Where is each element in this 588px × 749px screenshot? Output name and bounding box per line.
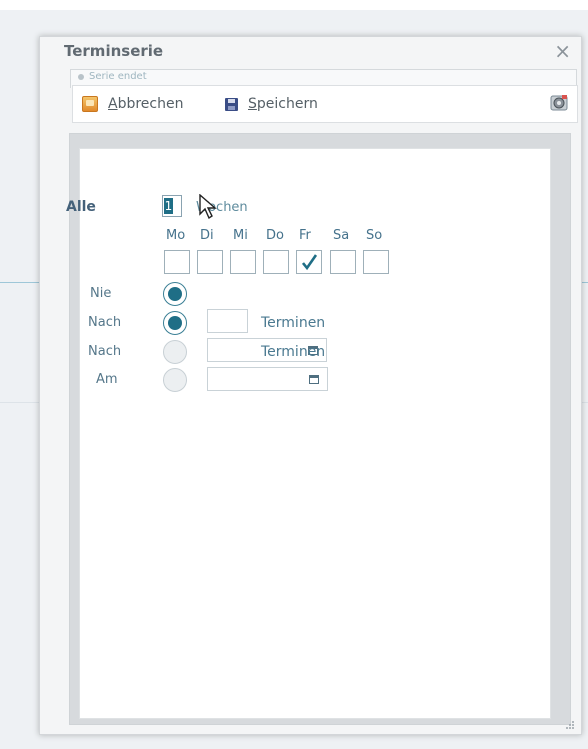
weekday-label-mi: Mi — [233, 228, 248, 243]
end-never-radio[interactable] — [163, 282, 187, 306]
resize-grip-icon[interactable] — [565, 720, 575, 730]
save-button[interactable]: Speichern — [225, 95, 318, 113]
weekday-label-fr: Fr — [299, 228, 311, 243]
end-date-label: Am — [96, 372, 118, 387]
dialog-title: Terminserie — [64, 42, 164, 60]
toolbar: Abbrechen Speichern — [72, 85, 578, 123]
interval-input[interactable]: 1 — [162, 195, 182, 217]
end-after-unit-label-2: Terminen — [261, 344, 326, 360]
end-after-label-2: Nach — [88, 344, 122, 359]
cancel-button-label: Abbrechen — [108, 96, 184, 112]
close-icon[interactable]: × — [554, 39, 571, 63]
end-after-label: Nach — [88, 315, 122, 330]
weekday-checkbox-di[interactable] — [197, 250, 223, 274]
content-area — [79, 148, 551, 719]
ghost-section-label: Serie endet — [89, 71, 147, 82]
cancel-button[interactable]: Abbrechen — [82, 95, 183, 113]
end-after-count-input[interactable] — [207, 309, 248, 333]
save-icon — [225, 97, 238, 111]
background-header — [0, 0, 588, 10]
cancel-icon — [82, 96, 98, 112]
content-panel — [69, 133, 571, 725]
save-button-label: Speichern — [248, 96, 318, 112]
end-after-radio-2[interactable] — [163, 340, 187, 364]
end-date-input[interactable] — [207, 367, 328, 391]
weekday-label-mo: Mo — [166, 228, 186, 243]
weekday-checkbox-do[interactable] — [263, 250, 289, 274]
weekday-label-so: So — [366, 228, 383, 243]
weekday-label-di: Di — [200, 228, 214, 243]
weekday-checkbox-fr[interactable] — [296, 250, 322, 274]
end-after-radio[interactable] — [163, 311, 187, 335]
weekday-label-sa: Sa — [333, 228, 350, 243]
weekday-label-do: Do — [266, 228, 284, 243]
end-never-label: Nie — [90, 286, 112, 301]
weekday-checkbox-mi[interactable] — [230, 250, 256, 274]
weekday-checkbox-sa[interactable] — [330, 250, 356, 274]
checkmark-icon — [302, 254, 317, 271]
weekday-checkbox-mo[interactable] — [164, 250, 190, 274]
settings-icon[interactable] — [549, 93, 569, 113]
mouse-cursor-icon — [199, 194, 217, 220]
weekday-checkbox-so[interactable] — [363, 250, 389, 274]
end-after-unit-label: Terminen — [261, 315, 326, 331]
calendar-icon[interactable] — [309, 375, 319, 384]
interval-label: Alle — [66, 199, 96, 215]
end-date-radio[interactable] — [163, 368, 187, 392]
interval-value: 1 — [164, 198, 173, 214]
bullet-icon — [78, 74, 84, 80]
